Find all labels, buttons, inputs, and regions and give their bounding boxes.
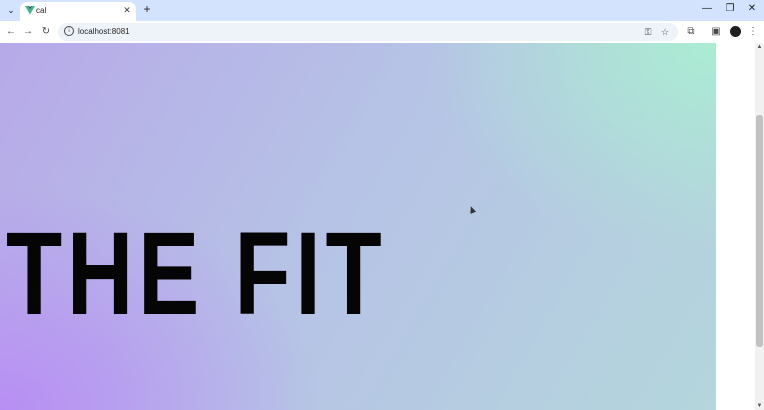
vue-logo-icon [25, 6, 35, 15]
hero-title: THE FIT [6, 208, 387, 340]
scroll-up-icon[interactable]: ▲ [755, 43, 764, 51]
tab-close-icon[interactable]: ✕ [122, 5, 132, 15]
toolbar: ← → ↻ i localhost:8081 ⚿ ☆ ⧉ ▣ ⋮ [0, 21, 764, 43]
address-bar[interactable]: i localhost:8081 ⚿ ☆ [58, 23, 678, 41]
page-right-edge [716, 43, 755, 410]
menu-icon[interactable]: ⋮ [746, 25, 760, 39]
vertical-scrollbar[interactable]: ▲ ▼ [755, 43, 764, 410]
tab-search-button[interactable]: ⌄ [4, 3, 18, 17]
new-tab-button[interactable]: + [141, 3, 153, 15]
browser-window: ⌄ cal ✕ + — ❐ ✕ ← → ↻ i localhost:8081 ⚿… [0, 0, 764, 410]
minimize-button[interactable]: — [700, 3, 714, 15]
back-button[interactable]: ← [4, 25, 18, 39]
tab-cal[interactable]: cal ✕ [20, 2, 136, 21]
page-hero: THE FIT [0, 43, 716, 410]
url-text[interactable]: localhost:8081 [78, 27, 130, 36]
forward-button[interactable]: → [21, 25, 35, 39]
profile-avatar[interactable] [730, 26, 741, 37]
bookmark-star-icon[interactable]: ☆ [659, 26, 671, 38]
site-info-icon[interactable]: i [64, 26, 74, 36]
extensions-icon[interactable]: ⧉ [684, 25, 698, 39]
window-close-button[interactable]: ✕ [745, 3, 759, 15]
side-panel-icon[interactable]: ▣ [709, 25, 723, 39]
scroll-down-icon[interactable]: ▼ [755, 402, 764, 410]
tab-title: cal [36, 6, 47, 15]
reload-button[interactable]: ↻ [39, 25, 53, 39]
scroll-thumb[interactable] [756, 115, 763, 347]
tab-strip: ⌄ cal ✕ + — ❐ ✕ [0, 0, 764, 21]
password-key-icon[interactable]: ⚿ [642, 26, 654, 38]
restore-button[interactable]: ❐ [723, 3, 737, 15]
mouse-cursor-icon [467, 205, 477, 214]
